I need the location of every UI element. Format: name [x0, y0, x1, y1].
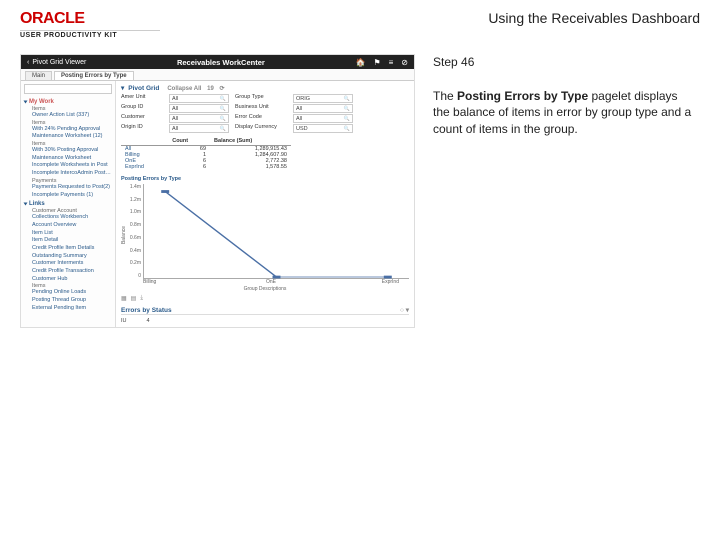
pivot-table: Count Balance (Sum) All691,289,915.43 Bi…	[121, 137, 291, 170]
filter-currency[interactable]: USD	[293, 124, 353, 133]
help-icon[interactable]: ⊘	[401, 58, 408, 67]
collapse-icon[interactable]: ▾	[121, 84, 124, 92]
doc-header: ORACLE USER PRODUCTIVITY KIT Using the R…	[0, 0, 720, 44]
filter-grouptype[interactable]: ORIG	[293, 94, 353, 103]
sidebar-my-work[interactable]: My Work	[24, 99, 112, 105]
sidebar-item[interactable]: Collections Workbench	[24, 214, 112, 222]
chart-xlabel: Group Descriptions	[121, 286, 409, 292]
th-balance: Balance (Sum)	[210, 137, 291, 146]
sidebar-item[interactable]: With 24% Pending Approval	[24, 126, 112, 134]
table-header-row: Count Balance (Sum)	[121, 137, 291, 146]
step-label: Step 46	[433, 54, 693, 70]
filter-amerunit[interactable]: All	[169, 94, 229, 103]
filter-grid: Amer UnitAll Group TypeORIG Group IDAll …	[121, 94, 409, 133]
step-description: The Posting Errors by Type pagelet displ…	[433, 88, 693, 137]
export-icon[interactable]: ⤓	[140, 295, 143, 302]
instruction-panel: Step 46 The Posting Errors by Type pagel…	[433, 54, 693, 328]
sidebar-item[interactable]: Customer Hub	[24, 276, 112, 284]
sidebar-item[interactable]: Payments Requested to Post(2)	[24, 184, 112, 192]
chart-pagelet: Posting Errors by Type Balance 1.4m1.2m1…	[121, 176, 409, 302]
table-row[interactable]: ExprInd61,578.55	[121, 164, 291, 170]
chart-ylabel: Balance	[121, 225, 127, 243]
chart-xaxis: Billing OnE ExprInd	[143, 279, 409, 285]
filter-label: Amer Unit	[121, 94, 163, 103]
back-label: Pivot Grid Viewer	[32, 59, 86, 66]
app-title: Receivables WorkCenter	[177, 58, 265, 67]
topbar-icons: 🏠 ⚑ ≡ ⊘	[355, 58, 408, 67]
sidebar-item[interactable]: Incomplete Worksheets in Post	[24, 162, 112, 170]
sidebar-item[interactable]: Credit Profile Transaction	[24, 268, 112, 276]
back-button[interactable]: ‹ Pivot Grid Viewer	[27, 59, 86, 66]
panel-title-text: Pivot Grid	[128, 85, 159, 92]
filter-groupid[interactable]: All	[169, 104, 229, 113]
sidebar-item[interactable]: Maintenance Worksheet	[24, 155, 112, 163]
chart-title: Posting Errors by Type	[121, 176, 409, 182]
sidebar-item[interactable]: Outstanding Summary	[24, 253, 112, 261]
filter-label: Error Code	[235, 114, 287, 123]
sidebar-item[interactable]: Owner Action List (337)	[24, 112, 112, 120]
sidebar-item[interactable]: Credit Profile Item Details	[24, 245, 112, 253]
sidebar-links[interactable]: Links	[24, 201, 112, 207]
errors-by-status-title: Errors by Status	[121, 307, 172, 314]
app-topbar: ‹ Pivot Grid Viewer Receivables WorkCent…	[21, 55, 414, 69]
bar-icon[interactable]: ▤	[131, 295, 137, 302]
chart-toolbar: ▦ ▤ ⤓	[121, 295, 409, 302]
doc-title: Using the Receivables Dashboard	[488, 10, 700, 26]
tab-posting-errors[interactable]: Posting Errors by Type	[54, 71, 134, 80]
collapse-all-link[interactable]: Collapse All	[167, 86, 201, 92]
sidebar-item[interactable]: Incomplete Payments (1)	[24, 192, 112, 200]
th-count: Count	[168, 137, 210, 146]
sidebar-item[interactable]: With 30% Posting Approval	[24, 147, 112, 155]
home-icon[interactable]: 🏠	[355, 58, 365, 67]
sidebar-item[interactable]: Item Detail	[24, 237, 112, 245]
sidebar-item[interactable]: External Pending Item	[24, 305, 112, 313]
flag-icon[interactable]: ⚑	[373, 58, 380, 67]
logo-area: ORACLE USER PRODUCTIVITY KIT	[20, 10, 160, 39]
sidebar-item[interactable]: Account Overview	[24, 222, 112, 230]
th-blank	[121, 137, 168, 146]
sidebar-item[interactable]: Posting Thread Group	[24, 297, 112, 305]
grid-icon[interactable]: ▦	[121, 295, 127, 302]
errors-by-status: Errors by Status ○ ▾ IU 4	[121, 306, 409, 324]
chart-plot[interactable]	[143, 184, 409, 279]
filter-label: Business Unit	[235, 104, 287, 113]
oracle-logo: ORACLE	[20, 10, 160, 28]
main-panel: ▾ Pivot Grid Collapse All 19 ⟳ Amer Unit…	[116, 81, 414, 327]
filter-customer[interactable]: All	[169, 114, 229, 123]
tab-main[interactable]: Main	[25, 71, 52, 80]
panel-title: ▾ Pivot Grid Collapse All 19 ⟳	[121, 84, 409, 92]
sidebar-item[interactable]: Maintenance Worksheet (12)	[24, 133, 112, 141]
filter-errorcode[interactable]: All	[293, 114, 353, 123]
filter-label: Display Currency	[235, 124, 287, 133]
status-count: 4	[147, 318, 150, 324]
filter-originid[interactable]: All	[169, 124, 229, 133]
count-badge: 19	[207, 86, 214, 92]
sidebar-search-input[interactable]	[24, 84, 112, 94]
panel-controls: Collapse All 19 ⟳	[163, 85, 224, 92]
refresh-icon[interactable]: ⟳	[219, 86, 224, 92]
app-screenshot: ‹ Pivot Grid Viewer Receivables WorkCent…	[20, 54, 415, 328]
sidebar-item[interactable]: Customer Interments	[24, 260, 112, 268]
oracle-sub: USER PRODUCTIVITY KIT	[20, 32, 160, 39]
menu-icon[interactable]: ≡	[389, 58, 394, 67]
filter-label: Group ID	[121, 104, 163, 113]
status-label: IU	[121, 318, 127, 324]
filter-label: Origin ID	[121, 124, 163, 133]
filter-label: Group Type	[235, 94, 287, 103]
filter-label: Customer	[121, 114, 163, 123]
sidebar-item[interactable]: Incomplete IntercoAdmin Post (1)	[24, 170, 112, 178]
tab-strip: Main Posting Errors by Type	[21, 69, 414, 81]
sidebar: My Work Items Owner Action List (337) It…	[21, 81, 116, 327]
filter-bu[interactable]: All	[293, 104, 353, 113]
sidebar-item[interactable]: Pending Online Loads	[24, 289, 112, 297]
chevron-left-icon: ‹	[27, 59, 29, 66]
sidebar-item[interactable]: Item List	[24, 230, 112, 238]
